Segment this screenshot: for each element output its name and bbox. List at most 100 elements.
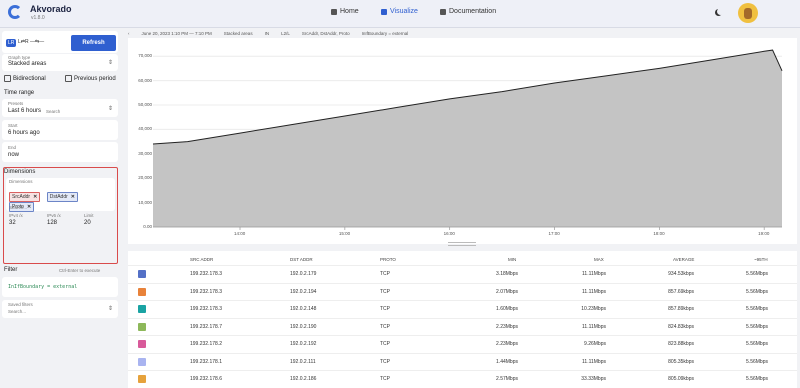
nav-home[interactable]: Home	[331, 8, 359, 15]
filter-editor[interactable]: InIfBoundary = external	[2, 277, 118, 297]
cell-avg: 824.83kbps	[668, 323, 694, 330]
header-average: AVERAGE	[673, 257, 695, 262]
cell-min: 1.60Mbps	[496, 306, 518, 312]
series-color-swatch	[138, 357, 146, 366]
cell-dst: 192.0.2.192	[290, 341, 317, 347]
cell-max: 11.11Mbps	[582, 323, 606, 330]
results-table: SRC ADDR DST ADDR PROTO MIN MAX AVERAGE …	[128, 251, 797, 388]
cell-max: 9.26Mbps	[584, 341, 606, 347]
cell-proto: TCP	[380, 271, 390, 277]
series-color-swatch	[138, 287, 146, 296]
saved-filters-select[interactable]: Saved filters Search... ⇕	[2, 300, 118, 318]
y-tick-label: 10,000	[138, 199, 152, 205]
cell-proto: TCP	[380, 323, 390, 330]
dimensions-search[interactable]: Search...	[9, 205, 27, 210]
cell-avg: 805.09kbps	[668, 376, 694, 382]
table-row[interactable]: 199.232.178.3 192.0.2.148 TCP 1.60Mbps 10.23…	[128, 300, 797, 318]
series-color-swatch	[138, 305, 146, 313]
remove-icon[interactable]: ✕	[71, 194, 75, 200]
cell-min: 1.44Mbps	[496, 358, 518, 365]
table-row[interactable]: 199.232.178.1 192.0.2.111 TCP 1.44Mbps 11.11…	[128, 352, 797, 371]
limit-field[interactable]: Limit 20	[84, 213, 94, 226]
cell-src: 199.232.178.3	[190, 288, 222, 295]
remove-icon[interactable]: ✕	[27, 204, 31, 210]
presets-search[interactable]: Search	[46, 109, 60, 114]
series-color-swatch	[138, 322, 146, 331]
cell-avg: 823.88kbps	[668, 341, 694, 347]
collapse-icon[interactable]: ‹	[128, 31, 130, 36]
cell-src: 199.232.178.3	[190, 306, 222, 312]
cell-max: 11.11Mbps	[582, 358, 606, 365]
ipv6-truncate-field[interactable]: IPv6 /x 128	[47, 213, 61, 226]
stacked-area-chart[interactable]	[128, 38, 797, 244]
summary-graph-type: Stacked areas	[223, 30, 253, 36]
cell-dst: 192.0.2.111	[290, 358, 316, 365]
ipv4-truncate-field[interactable]: IPv4 /x 32	[9, 213, 23, 226]
nav-visualize[interactable]: Visualize	[381, 8, 418, 15]
cell-src: 199.232.178.3	[190, 271, 222, 277]
request-summary: ‹ June 20, 2023 1:10 PM — 7:10 PM Stacke…	[128, 28, 800, 38]
dimensions-title: Dimensions	[4, 169, 36, 175]
chip-dstaddr[interactable]: DstAddr ✕	[46, 192, 78, 202]
end-field[interactable]: End now	[2, 142, 118, 162]
akvorado-logo-icon[interactable]	[8, 5, 22, 19]
cell-avg: 857.89kbps	[668, 306, 694, 312]
cell-proto: TCP	[380, 341, 390, 347]
cell-proto: TCP	[380, 358, 390, 365]
refresh-button[interactable]: Refresh	[71, 35, 116, 51]
series-color-swatch	[138, 340, 146, 348]
y-tick-label: 30,000	[138, 150, 152, 156]
cell-proto: TCP	[380, 376, 390, 382]
previous-period-checkbox[interactable]: Previous period	[65, 75, 116, 82]
header-max: MAX	[594, 257, 604, 262]
nav-documentation[interactable]: Documentation	[440, 8, 496, 15]
header-95th: ~95TH	[754, 257, 768, 262]
cell-dst: 192.0.2.179	[290, 271, 317, 277]
top-bar: Akvorado v1.8.0 Home Visualize Documenta…	[0, 0, 800, 28]
cell-proto: TCP	[380, 288, 390, 295]
x-tick-label: 17:00	[548, 231, 560, 236]
summary-filter: InIfBoundary = external	[361, 30, 409, 36]
y-tick-label: 40,000	[138, 126, 152, 132]
lr-toggle-button[interactable]: LR	[6, 39, 17, 47]
x-tick-label: 19:00	[758, 231, 770, 236]
header-proto: PROTO	[380, 257, 396, 262]
bidirectional-checkbox[interactable]: Bidirectional	[4, 75, 46, 82]
filter-expression: InIfBoundary = external	[8, 284, 78, 290]
dark-mode-moon-icon[interactable]	[717, 8, 724, 15]
direction-toggle[interactable]: L⇄R —⇆—	[18, 39, 44, 45]
cell-proto: TCP	[380, 306, 390, 312]
summary-units: L2/L	[281, 30, 290, 36]
table-row[interactable]: 199.232.178.6 192.0.2.186 TCP 2.57Mbps 33.33…	[128, 370, 797, 388]
start-field[interactable]: Start 6 hours ago	[2, 120, 118, 140]
time-range-title: Time range	[4, 90, 35, 96]
dimensions-field[interactable]: Dimensions SrcAddr ✕ DstAddr ✕ Proto ✕ Sear…	[6, 178, 115, 212]
cell-dst: 192.0.2.190	[290, 323, 317, 330]
app-version: v1.8.0	[31, 15, 45, 21]
cell-max: 11.11Mbps	[582, 288, 606, 295]
cell-max: 33.33Mbps	[581, 376, 606, 382]
series-color-swatch	[138, 375, 146, 383]
cell-p95: 5.56Mbps	[746, 306, 768, 312]
chart-card: 0.00 10,000 20,000 30,000 40,000 50,000 60,000…	[128, 38, 797, 246]
cell-avg: 805.35kbps	[668, 358, 694, 365]
app-name[interactable]: Akvorado	[30, 4, 72, 14]
chart-resize-handle[interactable]	[448, 242, 476, 246]
chevron-updown-icon: ⇕	[107, 106, 113, 112]
table-row[interactable]: 199.232.178.2 192.0.2.192 TCP 2.23Mbps 9.26M…	[128, 335, 797, 353]
table-row[interactable]: 199.232.178.3 192.0.2.179 TCP 3.18Mbps 11.11…	[128, 265, 797, 283]
options-panel: LR L⇄R —⇆— Refresh Graph type Stacked ar…	[0, 28, 121, 388]
table-row[interactable]: 199.232.178.7 192.0.2.190 TCP 2.23Mbps 11.11…	[128, 317, 797, 336]
y-tick-label: 50,000	[138, 102, 152, 107]
area-series[interactable]	[153, 50, 782, 227]
x-tick-label: 16:00	[443, 231, 455, 236]
filter-hint: Ctrl-Enter to execute	[59, 268, 101, 273]
cell-avg: 857.69kbps	[668, 288, 694, 295]
y-tick-label: 70,000	[138, 53, 152, 59]
cell-src: 199.232.178.1	[190, 358, 222, 365]
table-row[interactable]: 199.232.178.3 192.0.2.194 TCP 2.07Mbps 11.11…	[128, 282, 797, 301]
graph-type-select[interactable]: Graph type Stacked areas ⇕	[2, 54, 118, 71]
summary-direction: IN	[264, 30, 270, 36]
presets-select[interactable]: Presets Last 6 hours Search ⇕	[2, 99, 118, 117]
user-avatar[interactable]	[738, 3, 758, 23]
